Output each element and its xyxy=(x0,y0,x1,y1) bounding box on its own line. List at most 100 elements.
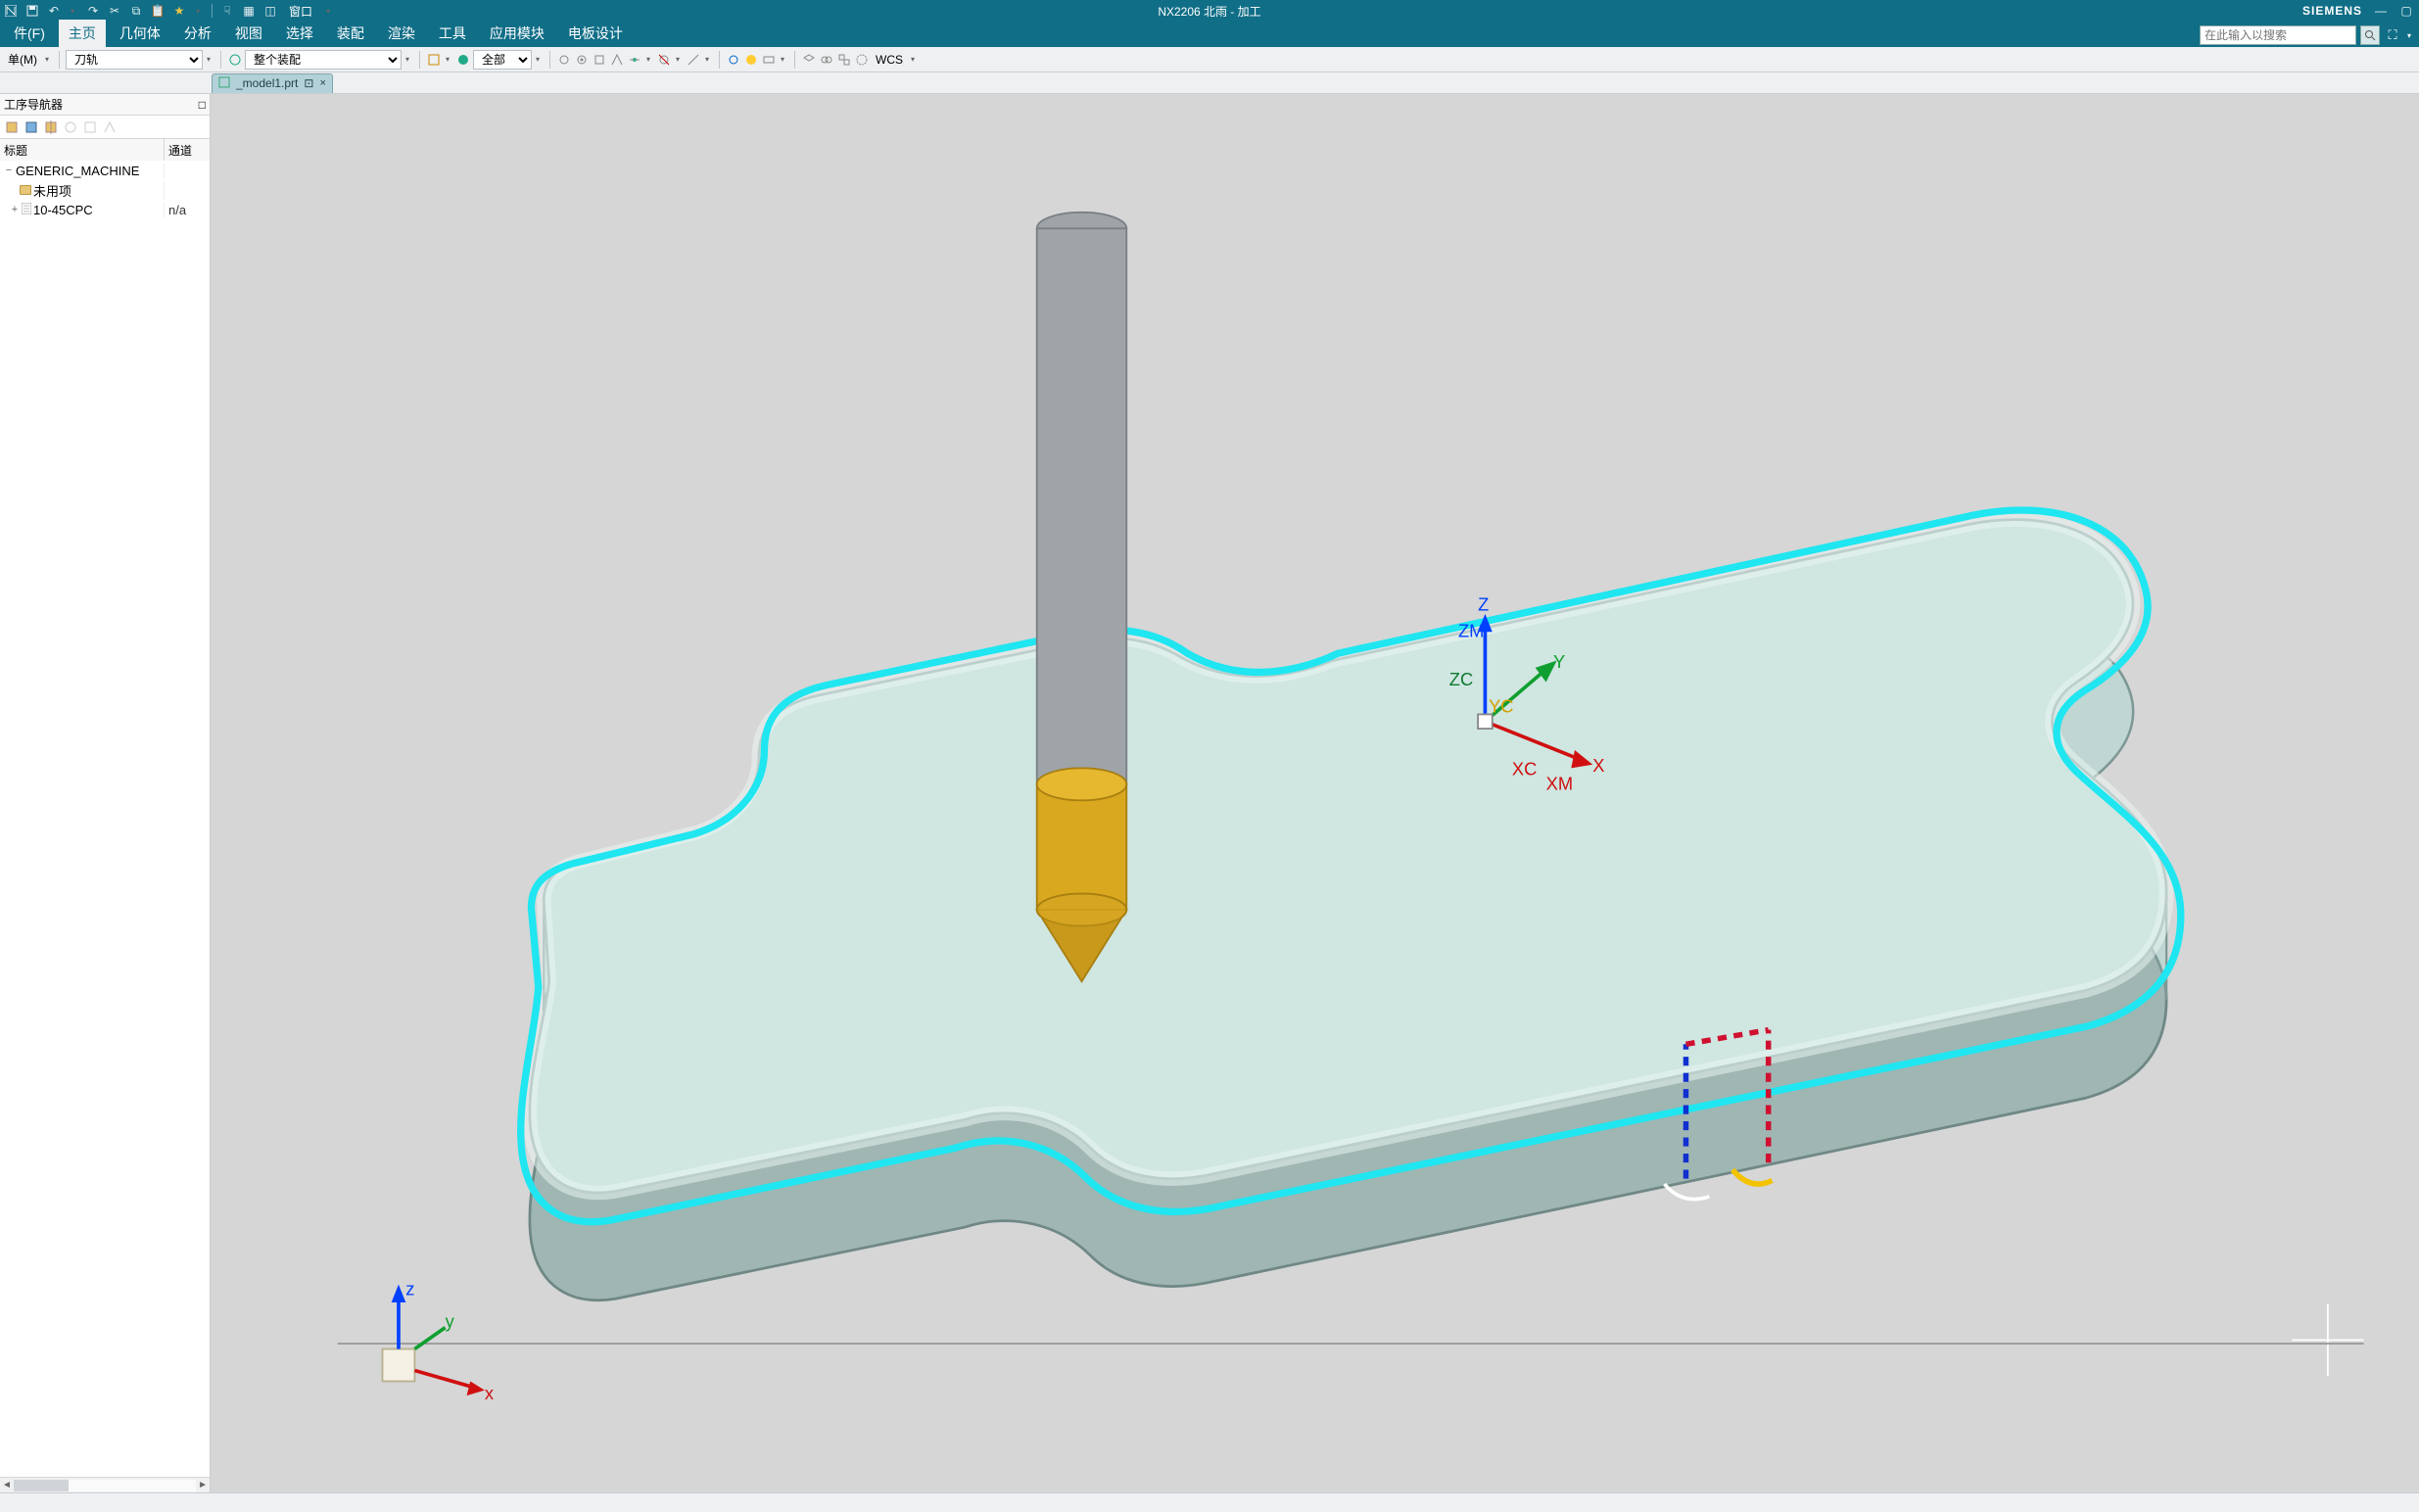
tree-node-program[interactable]: + 10-45CPC n/a xyxy=(0,200,210,219)
redo-icon[interactable]: ↷ xyxy=(86,4,100,18)
menu-file[interactable]: 件(F) xyxy=(4,20,55,47)
save-icon[interactable] xyxy=(25,4,39,18)
menu-render[interactable]: 渲染 xyxy=(378,20,425,47)
expander-icon[interactable]: + xyxy=(10,204,20,215)
layer-3-icon[interactable] xyxy=(836,52,852,68)
menu-bar: 件(F) 主页 几何体 分析 视图 选择 装配 渲染 工具 应用模块 电板设计 … xyxy=(0,22,2419,47)
navigator-header: 工序导航器 □ xyxy=(0,94,210,116)
nx-logo-icon[interactable] xyxy=(4,4,18,18)
vis-2-icon[interactable] xyxy=(743,52,759,68)
type-filter-select[interactable]: 刀轨 xyxy=(66,50,203,70)
grid-icon[interactable]: ▦ xyxy=(242,4,256,18)
menu-button-dropdown-icon[interactable] xyxy=(43,52,51,68)
layer-2-icon[interactable] xyxy=(819,52,834,68)
snap-7-icon[interactable] xyxy=(686,52,701,68)
col-header-channel[interactable]: 通道 xyxy=(165,139,210,161)
highlight-icon[interactable] xyxy=(455,52,471,68)
title-bar-right: SIEMENS — ▢ xyxy=(2302,4,2413,18)
tab-pin-icon[interactable]: ⊡ xyxy=(304,76,313,90)
svg-text:X: X xyxy=(1592,755,1604,776)
fullscreen-icon[interactable]: ⛶ xyxy=(2384,25,2401,45)
layer-1-icon[interactable] xyxy=(801,52,817,68)
nav-ico-1-icon[interactable] xyxy=(4,119,20,135)
fullscreen-dropdown-icon[interactable] xyxy=(2405,27,2413,43)
nav-ico-5-icon[interactable] xyxy=(82,119,98,135)
menu-app-module[interactable]: 应用模块 xyxy=(480,20,554,47)
snap-2-icon[interactable] xyxy=(574,52,590,68)
menu-home[interactable]: 主页 xyxy=(59,20,106,47)
menu-geometry[interactable]: 几何体 xyxy=(110,20,170,47)
scroll-track[interactable] xyxy=(14,1480,196,1491)
expander-icon[interactable]: − xyxy=(4,165,14,176)
wcs-label[interactable]: WCS xyxy=(872,53,907,67)
snap-1-icon[interactable] xyxy=(556,52,572,68)
type-filter-dropdown-icon[interactable] xyxy=(205,52,213,68)
snap-5-dropdown-icon[interactable] xyxy=(644,52,652,68)
menu-analysis[interactable]: 分析 xyxy=(174,20,221,47)
selection-scope-select[interactable]: 全部 xyxy=(473,50,532,70)
filter-icon[interactable] xyxy=(227,52,243,68)
undo-icon[interactable]: ↶ xyxy=(47,4,61,18)
tree-node-unused[interactable]: 未用项 xyxy=(0,180,210,200)
svg-text:z: z xyxy=(405,1279,414,1299)
tab-close-icon[interactable]: × xyxy=(319,77,325,89)
sel-mode-icon[interactable] xyxy=(426,52,442,68)
nav-ico-6-icon[interactable] xyxy=(102,119,118,135)
document-tab[interactable]: _model1.prt ⊡ × xyxy=(212,73,333,93)
minimize-icon[interactable]: — xyxy=(2374,4,2388,18)
snap-4-icon[interactable] xyxy=(609,52,625,68)
snap-6-dropdown-icon[interactable] xyxy=(674,52,682,68)
qat-separator-icon xyxy=(212,4,213,18)
assembly-scope-select[interactable]: 整个装配 xyxy=(245,50,402,70)
layer-4-icon[interactable] xyxy=(854,52,870,68)
tree-node-root[interactable]: − GENERIC_MACHINE xyxy=(0,161,210,180)
navigator-hscroll[interactable]: ◄ ► xyxy=(0,1477,210,1492)
scroll-thumb[interactable] xyxy=(14,1480,69,1491)
wcs-dropdown-icon[interactable] xyxy=(909,52,917,68)
sel-mode-dropdown-icon[interactable] xyxy=(444,52,451,68)
star-dropdown-icon[interactable] xyxy=(194,3,202,19)
node-label: GENERIC_MACHINE xyxy=(16,164,139,178)
menu-button[interactable]: 单(M) xyxy=(4,51,41,68)
touch-icon[interactable]: ☟ xyxy=(220,4,234,18)
snap-6-icon[interactable] xyxy=(656,52,672,68)
search-icon[interactable] xyxy=(2360,25,2380,45)
nav-ico-4-icon[interactable] xyxy=(63,119,78,135)
navigator-tree[interactable]: − GENERIC_MACHINE 未用项 + 10-45CPC xyxy=(0,161,210,1477)
scroll-left-icon[interactable]: ◄ xyxy=(2,1480,12,1490)
vis-3-dropdown-icon[interactable] xyxy=(779,52,786,68)
snap-7-dropdown-icon[interactable] xyxy=(703,52,711,68)
svg-text:ZC: ZC xyxy=(1449,669,1473,689)
col-header-title[interactable]: 标题 xyxy=(0,139,165,161)
maximize-icon[interactable]: ▢ xyxy=(2399,4,2413,18)
nav-ico-3-icon[interactable] xyxy=(43,119,59,135)
undo-dropdown-icon[interactable] xyxy=(69,3,76,19)
scroll-right-icon[interactable]: ► xyxy=(198,1480,208,1490)
window-menu[interactable]: 窗口 xyxy=(285,3,316,20)
tab-label: _model1.prt xyxy=(236,76,298,90)
paste-icon[interactable]: 📋 xyxy=(151,4,165,18)
copy-icon[interactable]: ⧉ xyxy=(129,4,143,18)
snap-5-icon[interactable] xyxy=(627,52,642,68)
search-input[interactable] xyxy=(2200,25,2356,45)
nav-ico-2-icon[interactable] xyxy=(24,119,39,135)
graphics-viewport[interactable]: Z ZM ZC Y YC X XC XM xyxy=(211,94,2419,1492)
assembly-scope-dropdown-icon[interactable] xyxy=(403,52,411,68)
star-icon[interactable]: ★ xyxy=(172,4,186,18)
menu-view[interactable]: 视图 xyxy=(225,20,272,47)
svg-text:Z: Z xyxy=(1478,593,1489,614)
menu-tools[interactable]: 工具 xyxy=(429,20,476,47)
menu-assembly[interactable]: 装配 xyxy=(327,20,374,47)
menu-electrode[interactable]: 电板设计 xyxy=(558,20,633,47)
vis-1-icon[interactable] xyxy=(726,52,741,68)
cut-icon[interactable]: ✂ xyxy=(108,4,121,18)
window-dropdown-icon[interactable] xyxy=(324,3,332,19)
panel-options-icon[interactable]: □ xyxy=(199,98,206,112)
folder-icon xyxy=(20,185,31,195)
menu-select[interactable]: 选择 xyxy=(276,20,323,47)
tool xyxy=(1037,213,1127,981)
vis-3-icon[interactable] xyxy=(761,52,777,68)
window-layout-icon[interactable]: ◫ xyxy=(263,4,277,18)
snap-3-icon[interactable] xyxy=(592,52,607,68)
selection-scope-dropdown-icon[interactable] xyxy=(534,52,542,68)
